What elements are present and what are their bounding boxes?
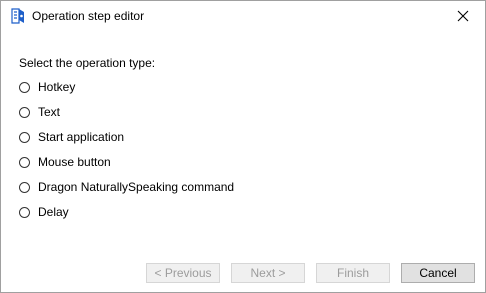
next-button[interactable]: Next >: [231, 263, 305, 283]
option-label: Text: [38, 104, 61, 119]
option-label: Hotkey: [38, 79, 76, 94]
option-dragon-command[interactable]: Dragon NaturallySpeaking command: [19, 179, 234, 195]
close-button[interactable]: [441, 1, 485, 31]
radio-text[interactable]: [19, 106, 30, 118]
window-title: Operation step editor: [32, 9, 145, 23]
app-icon: [9, 7, 27, 25]
previous-button[interactable]: < Previous: [146, 263, 220, 283]
radio-delay[interactable]: [19, 206, 30, 218]
option-label: Delay: [38, 204, 69, 219]
close-icon: [457, 10, 469, 22]
option-label: Mouse button: [38, 154, 111, 169]
option-label: Start application: [38, 129, 125, 144]
radio-mouse-button[interactable]: [19, 156, 30, 168]
title-bar: Operation step editor: [1, 1, 485, 31]
finish-button[interactable]: Finish: [316, 263, 390, 283]
option-start-application[interactable]: Start application: [19, 129, 124, 145]
option-hotkey[interactable]: Hotkey: [19, 79, 75, 95]
radio-hotkey[interactable]: [19, 81, 30, 93]
radio-dragon-command[interactable]: [19, 181, 30, 193]
option-delay[interactable]: Delay: [19, 204, 69, 220]
option-mouse-button[interactable]: Mouse button: [19, 154, 111, 170]
option-label: Dragon NaturallySpeaking command: [38, 179, 235, 194]
radio-start-application[interactable]: [19, 131, 30, 143]
operation-type-prompt: Select the operation type:: [19, 56, 156, 70]
dialog-window: Operation step editor Select the operati…: [0, 0, 486, 293]
cancel-button[interactable]: Cancel: [401, 263, 475, 283]
option-text[interactable]: Text: [19, 104, 60, 120]
